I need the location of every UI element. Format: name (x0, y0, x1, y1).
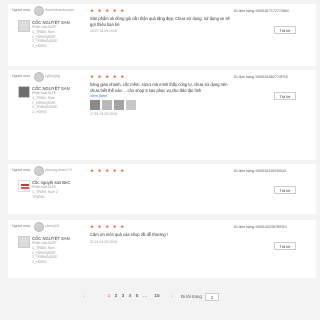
page-number[interactable]: 4 (127, 292, 133, 302)
username[interactable]: phuong.doan174 (45, 168, 72, 172)
username[interactable]: cherry04 (45, 224, 59, 228)
page-number[interactable]: 5 (134, 292, 140, 302)
review-content: ★ ★ ★ ★ ★ Cảm ơn món quà của shop rất dễ… (90, 224, 230, 244)
rating-stars-icon: ★ ★ ★ ★ ★ (90, 168, 126, 173)
buyer-label: Người mua (12, 74, 31, 78)
product-info: Cốc nguyệt san BeC Phân loại:SIZE 1_TRẮN… (18, 180, 88, 210)
product-variant: Phân loại:SIZE 1_TRẮN, Size 1_HỒNG|SIZE … (32, 241, 58, 265)
reply-button[interactable]: Trả lời (274, 92, 296, 100)
rating-stars-icon: ★ ★ ★ ★ ★ (90, 74, 126, 79)
product-info: CỐC NGUYỆT SAN Phân loại:SIZE 1_TRẮN, Si… (18, 20, 88, 50)
rating-stars-icon: ★ ★ ★ ★ ★ (90, 224, 126, 229)
review-timestamp: 21:18 15-09-2018 (90, 239, 117, 244)
avatar[interactable] (34, 222, 44, 232)
review-photo[interactable] (102, 100, 112, 111)
goto-page-label: Đi tới trang (181, 294, 202, 299)
next-page-icon[interactable]: › (168, 292, 176, 302)
rating-stars-icon: ★ ★ ★ ★ ★ (90, 8, 126, 13)
review-photo[interactable] (114, 100, 124, 111)
goto-page-input[interactable]: 1 (205, 293, 219, 301)
product-info: CỐC NGUYỆT SAN Phân loại:SIZE 1_TRẮN, Si… (18, 86, 88, 116)
product-variant: Phân loại:SIZE 1_TRẮN, Size 2 TRẮNG (32, 185, 58, 199)
prev-page-icon[interactable]: ‹ (80, 292, 88, 302)
reply-button[interactable]: Trả lời (274, 186, 296, 194)
review-card: Người mua thanhnhanduonan CỐC NGUYỆT SAN… (8, 4, 316, 66)
review-card: Người mua phuong.doan174 Cốc nguyệt san … (8, 164, 316, 214)
review-photos (90, 100, 230, 111)
reply-button[interactable]: Trả lời (274, 242, 296, 250)
product-info: CỐC NGUYỆT SAN Phân loại:SIZE 1_TRẮN, Si… (18, 236, 88, 266)
product-thumbnail[interactable] (18, 86, 30, 98)
product-thumbnail[interactable] (18, 236, 30, 248)
review-photo[interactable] (90, 100, 100, 111)
buyer-label: Người mua (12, 224, 31, 228)
review-content: ★ ★ ★ ★ ★ Sản phẩm ok đóng gói cẩn thận … (90, 8, 230, 33)
page-number[interactable]: 1 (106, 292, 112, 302)
avatar[interactable] (34, 6, 44, 16)
review-photo[interactable] (126, 100, 136, 111)
username[interactable]: cyjhcyjhg (45, 74, 60, 78)
order-id: ID đơn hàng 1909151717277280V (234, 9, 290, 13)
review-comment: hàng giao nhanh, cốc mềm, size1 mà mình … (90, 82, 228, 93)
review-card: Người mua cyjhcyjhg CỐC NGUYỆT SAN Phân … (8, 70, 316, 160)
pagination: ‹ 1 2 3 4 5 ... 15 › Đi tới trang 1 (80, 292, 320, 302)
review-comment: Cảm ơn món quà của shop rất dễ thương ! (90, 232, 168, 237)
review-comment: Sản phẩm ok đóng gói cẩn thận quà tặng đ… (90, 16, 230, 27)
avatar[interactable] (34, 166, 44, 176)
page-number[interactable]: 15 (152, 292, 162, 302)
see-more-link[interactable]: Xem thêm (90, 94, 230, 98)
review-timestamp: 17:51 15-09-2018 (90, 112, 117, 117)
page-ellipsis: ... (143, 294, 147, 299)
product-thumbnail[interactable] (18, 20, 30, 32)
review-content: ★ ★ ★ ★ ★ hàng giao nhanh, cốc mềm, size… (90, 74, 230, 116)
product-variant: Phân loại:SIZE 1_TRẮN, Size 1_HỒNG|SIZE … (32, 91, 58, 115)
review-content: ★ ★ ★ ★ ★ (90, 168, 230, 174)
page-number[interactable]: 3 (120, 292, 126, 302)
product-thumbnail[interactable] (18, 180, 30, 192)
buyer-label: Người mua (12, 168, 31, 172)
username[interactable]: thanhnhanduonan (45, 8, 74, 12)
avatar[interactable] (34, 72, 44, 82)
review-card: Người mua cherry04 CỐC NGUYỆT SAN Phân l… (8, 220, 316, 278)
product-variant: Phân loại:SIZE 1_TRẮN, Size 1_HỒNG|SIZE … (32, 25, 58, 49)
order-id: ID đơn hàng 190915115576GUX (234, 169, 287, 173)
order-id: ID đơn hàng 1909151562774FSS (234, 75, 288, 79)
order-id: ID đơn hàng 19091422357RESS (234, 225, 287, 229)
page-number[interactable]: 2 (113, 292, 119, 302)
review-timestamp: 15:07 28-09-2018 (90, 29, 117, 34)
buyer-label: Người mua (12, 8, 31, 12)
reply-button[interactable]: Trả lời (274, 26, 296, 34)
